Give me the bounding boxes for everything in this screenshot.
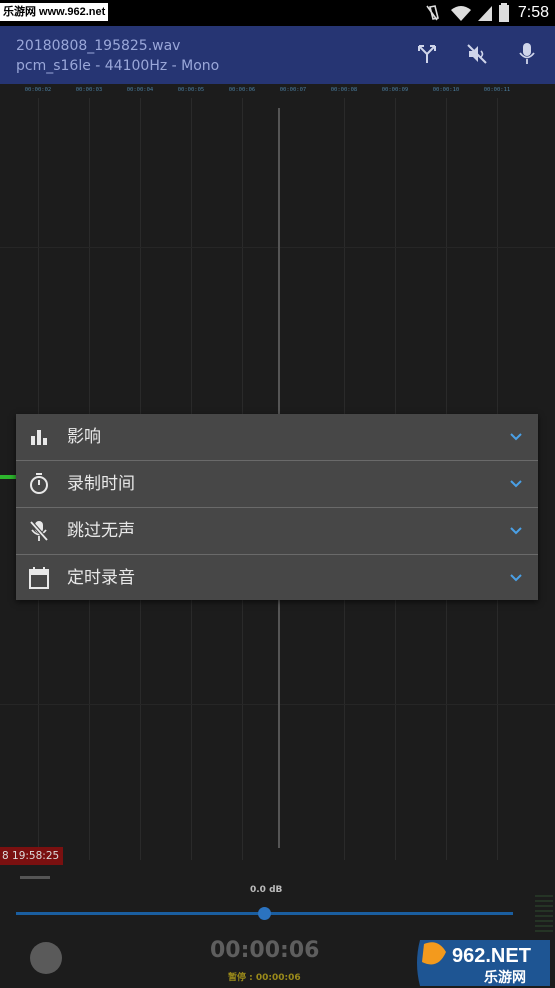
mute-button[interactable]	[463, 40, 491, 68]
ruler-tick: 00:00:05	[177, 87, 205, 93]
site-logo: 962.NET 乐游网	[417, 940, 550, 986]
chevron-down-icon[interactable]	[508, 429, 524, 445]
gain-slider-thumb[interactable]	[258, 907, 271, 920]
menu-item-scheduled-recording[interactable]: 定时录音	[16, 555, 538, 601]
signal-icon	[477, 6, 492, 21]
split-icon	[418, 45, 436, 63]
logo-brand: 962.NET	[452, 945, 531, 967]
split-button[interactable]	[413, 40, 441, 68]
watermark-badge: 乐游网 www.962.net	[0, 3, 109, 21]
volume-off-icon	[467, 44, 487, 64]
chevron-down-icon[interactable]	[508, 523, 524, 539]
ruler-tick: 00:00:02	[24, 87, 52, 93]
app-actions	[413, 40, 541, 68]
menu-label: 录制时间	[67, 474, 135, 494]
ruler-tick: 00:00:06	[228, 87, 256, 93]
mic-icon	[519, 43, 535, 64]
menu-label: 跳过无声	[67, 521, 135, 541]
level-marker	[0, 475, 16, 479]
ruler-tick: 00:00:07	[279, 87, 307, 93]
file-format: pcm_s16le - 44100Hz - Mono	[16, 58, 220, 74]
calendar-icon	[28, 567, 50, 589]
elapsed-time: 00:00:06	[210, 938, 320, 963]
time-ruler: 00:00:02 00:00:03 00:00:04 00:00:05 00:0…	[0, 84, 555, 98]
chevron-down-icon[interactable]	[508, 476, 524, 492]
menu-item-effects[interactable]: 影响	[16, 414, 538, 460]
mic-off-icon	[28, 520, 50, 542]
gain-label: 0.0 dB	[250, 885, 283, 895]
wifi-icon	[450, 6, 471, 21]
bar-chart-icon	[28, 426, 50, 448]
record-timestamp: 8 19:58:25	[0, 847, 64, 865]
status-bar: 乐游网 www.962.net 7:58	[0, 0, 555, 26]
ruler-tick: 00:00:03	[75, 87, 103, 93]
status-time: 7:58	[517, 4, 549, 21]
ruler-tick: 00:00:04	[126, 87, 154, 93]
mic-button[interactable]	[513, 40, 541, 68]
ruler-tick: 00:00:11	[483, 87, 511, 93]
timer-icon	[28, 473, 50, 495]
app-bar: 20180808_195825.wav pcm_s16le - 44100Hz …	[0, 26, 555, 84]
pause-time: 暂停 : 00:00:06	[228, 973, 301, 983]
record-button[interactable]	[30, 942, 62, 974]
menu-item-skip-silence[interactable]: 跳过无声	[16, 508, 538, 554]
options-menu: 影响 录制时间 跳过无声 定时录音	[16, 414, 538, 600]
scroll-indicator[interactable]	[20, 876, 50, 879]
menu-item-record-time[interactable]: 录制时间	[16, 461, 538, 507]
battery-icon	[498, 3, 509, 22]
ruler-tick: 00:00:09	[381, 87, 409, 93]
chevron-down-icon[interactable]	[508, 570, 524, 586]
ruler-tick: 00:00:08	[330, 87, 358, 93]
status-icons: 7:58	[421, 0, 555, 26]
ruler-tick: 00:00:10	[432, 87, 460, 93]
logo-tagline: 乐游网	[484, 969, 526, 986]
menu-label: 定时录音	[67, 568, 135, 588]
vibrate-off-icon	[426, 5, 439, 21]
file-name: 20180808_195825.wav	[16, 38, 181, 54]
menu-label: 影响	[67, 427, 101, 447]
